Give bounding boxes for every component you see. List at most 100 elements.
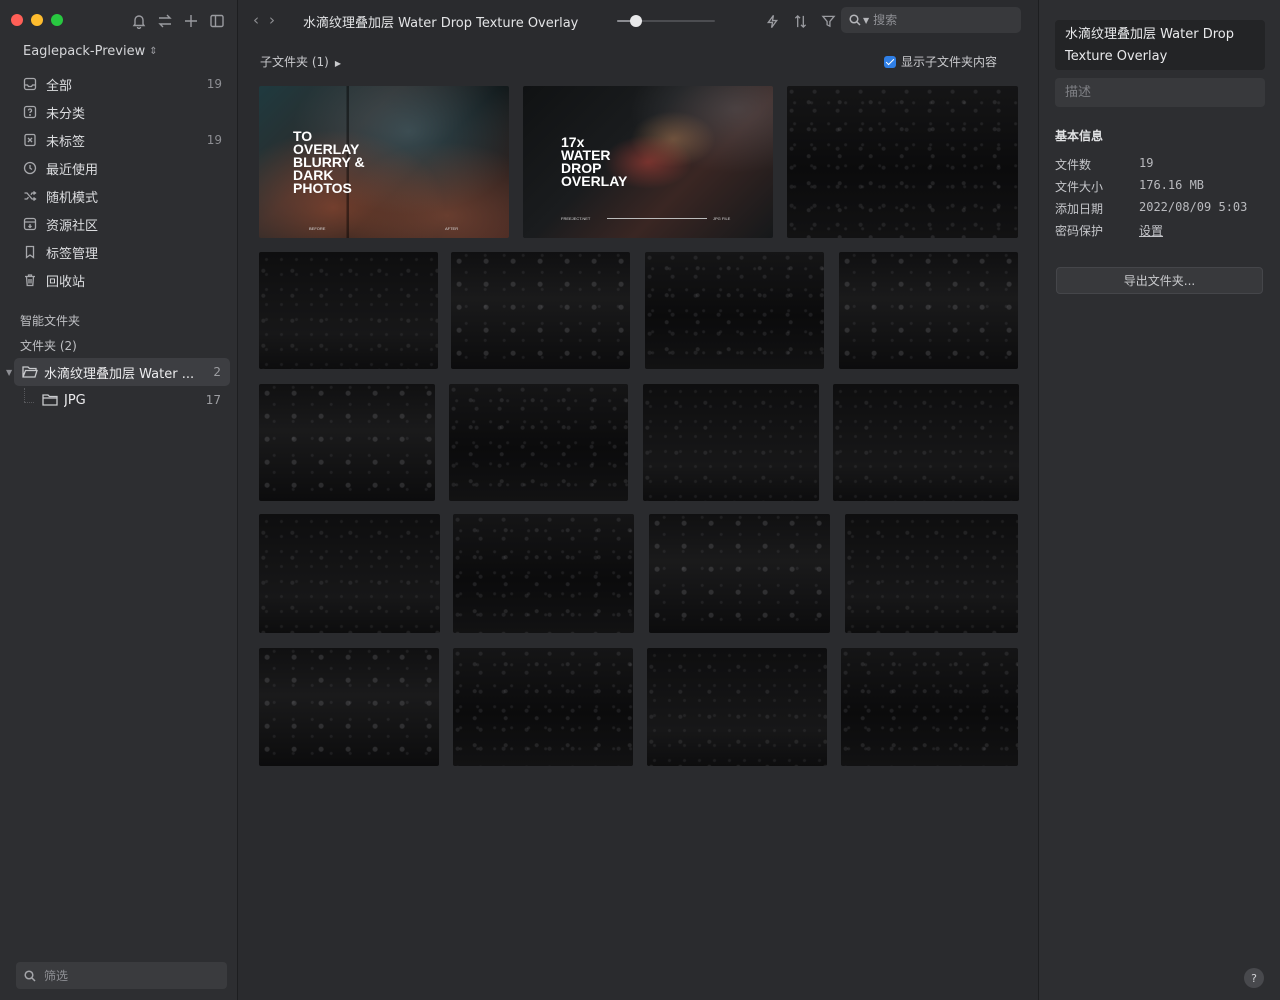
info-row-date-added: 添加日期 2022/08/09 5:03 — [1055, 200, 1247, 217]
info-value: 176.16 MB — [1139, 178, 1205, 192]
sidebar-item-label: 标签管理 — [46, 246, 99, 262]
info-key: 添加日期 — [1055, 202, 1104, 216]
question-box-icon — [22, 104, 38, 120]
add-icon[interactable] — [180, 10, 202, 32]
show-subfolder-checkbox[interactable] — [883, 55, 896, 68]
sidebar-item-untagged[interactable]: 未标签 19 — [14, 126, 230, 154]
folder-tree: ▼ 水滴纹理叠加层 Water ... 2 JPG 17 — [6, 358, 230, 414]
thumbnail-item[interactable] — [259, 648, 439, 766]
download-box-icon — [22, 216, 38, 232]
thumbnail-item[interactable] — [449, 384, 628, 501]
info-key: 密码保护 — [1055, 224, 1104, 238]
forward-arrow-icon[interactable]: › — [269, 11, 275, 29]
sidebar-item-trash[interactable]: 回收站 — [14, 266, 230, 294]
info-key: 文件数 — [1055, 158, 1092, 172]
inspector-panel: 水滴纹理叠加层 Water Drop Texture Overlay 基本信息 … — [1038, 0, 1280, 1000]
chevron-updown-icon: ⇕ — [149, 46, 158, 57]
smart-folders-header[interactable]: 智能文件夹 — [20, 312, 80, 329]
thumbnail-item[interactable] — [453, 514, 634, 633]
sidebar-item-random[interactable]: 随机模式 — [14, 182, 230, 210]
shuffle-icon — [22, 188, 38, 204]
thumbnail-size-slider[interactable] — [617, 14, 715, 28]
description-box — [1055, 78, 1265, 107]
zoom-window-button[interactable] — [51, 14, 63, 26]
thumbnail-item[interactable]: 17x WATER DROP OVERLAY FREEJECT.NET JPG … — [523, 86, 773, 238]
thumbnail-item[interactable] — [259, 514, 440, 633]
thumbnail-item[interactable] — [647, 648, 827, 766]
sort-icon[interactable] — [789, 10, 811, 32]
sidebar-item-tag-manager[interactable]: 标签管理 — [14, 238, 230, 266]
sidebar-item-label: 全部 — [46, 78, 73, 94]
show-subfolder-toggle[interactable]: 显示子文件夹内容 — [883, 53, 997, 70]
sidebar-item-community[interactable]: 资源社区 — [14, 210, 230, 238]
toolbar-actions — [761, 10, 839, 32]
disclosure-triangle-icon[interactable]: ▼ — [6, 368, 12, 377]
thumbnail-item[interactable] — [845, 514, 1018, 633]
trash-icon — [22, 272, 38, 288]
thumbnail-item[interactable]: TO OVERLAY BLURRY & DARK PHOTOS BEFORE A… — [259, 86, 509, 238]
description-input[interactable] — [1065, 85, 1255, 100]
bell-icon[interactable] — [128, 10, 150, 32]
info-value: 19 — [1139, 156, 1154, 170]
thumbnail-item[interactable] — [841, 648, 1018, 766]
folder-count: 17 — [205, 393, 221, 407]
thumbnail-item[interactable] — [649, 514, 830, 633]
promo-caption: JPG FILE — [713, 216, 731, 221]
promo-caption: AFTER — [445, 226, 459, 231]
filter-box — [16, 962, 227, 989]
info-row-file-count: 文件数 19 — [1055, 156, 1153, 173]
folder-item-water-drop[interactable]: ▼ 水滴纹理叠加层 Water ... 2 — [6, 358, 230, 386]
sidebar-toggle-icon[interactable] — [206, 10, 228, 32]
sidebar-item-label: 最近使用 — [46, 162, 99, 178]
folders-header[interactable]: 文件夹 (2) — [20, 337, 77, 354]
clock-icon — [22, 160, 38, 176]
thumbnail-item[interactable] — [643, 384, 819, 501]
promo-line: PHOTOS — [293, 180, 352, 196]
thumbnail-item[interactable] — [259, 384, 435, 501]
close-window-button[interactable] — [11, 14, 23, 26]
library-switcher[interactable]: Eaglepack-Preview ⇕ — [23, 44, 158, 59]
sidebar-item-label: 回收站 — [46, 274, 86, 290]
folder-count: 2 — [213, 365, 221, 379]
thumbnail-item[interactable] — [453, 648, 633, 766]
search-box: ▼ — [841, 7, 1021, 33]
lightning-icon[interactable] — [761, 10, 783, 32]
library-name: Eaglepack-Preview — [23, 44, 146, 59]
sidebar-toolbar — [128, 10, 228, 32]
info-value: 2022/08/09 5:03 — [1139, 200, 1248, 214]
slider-thumb[interactable] — [630, 15, 642, 27]
thumbnail-item[interactable] — [451, 252, 630, 369]
thumbnail-item[interactable] — [259, 252, 438, 369]
bookmark-icon — [22, 244, 38, 260]
sidebar-item-recent[interactable]: 最近使用 — [14, 154, 230, 182]
folder-item-jpg[interactable]: JPG 17 — [14, 386, 230, 414]
folder-open-icon — [22, 364, 38, 380]
sidebar-item-uncategorized[interactable]: 未分类 — [14, 98, 230, 126]
thumbnail-item[interactable] — [645, 252, 824, 369]
filter-input[interactable] — [44, 968, 214, 983]
promo-divider — [607, 218, 707, 219]
sync-arrows-icon[interactable] — [154, 10, 176, 32]
untagged-icon — [22, 132, 38, 148]
chevron-down-icon[interactable]: ▼ — [863, 16, 869, 25]
search-icon — [849, 14, 861, 26]
set-password-link[interactable]: 设置 — [1139, 222, 1163, 239]
help-button[interactable]: ? — [1244, 968, 1264, 988]
sidebar: Eaglepack-Preview ⇕ 全部 19 未分类 未标签 19 最近使… — [0, 0, 238, 1000]
thumbnail-item[interactable] — [787, 86, 1018, 238]
filter-funnel-icon[interactable] — [817, 10, 839, 32]
tree-connector — [24, 402, 34, 403]
promo-caption: BEFORE — [309, 226, 326, 231]
sidebar-item-all[interactable]: 全部 19 — [14, 70, 230, 98]
basic-info-header: 基本信息 — [1055, 129, 1104, 143]
subfolder-toggle[interactable]: 子文件夹 (1) ▶ — [260, 53, 341, 70]
inbox-icon — [22, 76, 38, 92]
thumbnail-item[interactable] — [839, 252, 1018, 369]
search-input[interactable] — [873, 13, 1004, 27]
thumbnail-item[interactable] — [833, 384, 1019, 501]
export-folder-button[interactable]: 导出文件夹... — [1056, 267, 1263, 294]
minimize-window-button[interactable] — [31, 14, 43, 26]
folder-name-field[interactable]: 水滴纹理叠加层 Water Drop Texture Overlay — [1055, 20, 1265, 70]
back-arrow-icon[interactable]: ‹ — [253, 11, 259, 29]
tree-connector — [24, 388, 25, 402]
